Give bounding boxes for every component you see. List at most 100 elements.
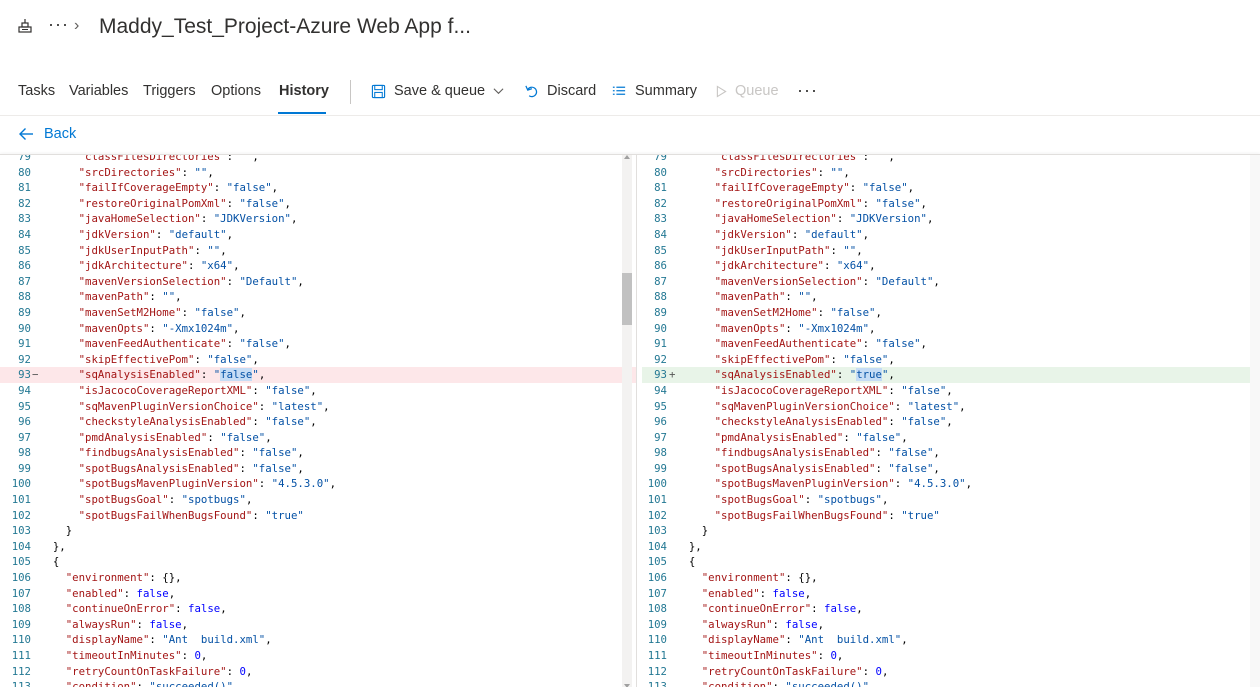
code-text: "spotBugsGoal": "spotbugs", xyxy=(714,493,889,507)
line-number: 88 xyxy=(654,290,667,304)
left-scrollbar[interactable] xyxy=(622,155,632,687)
scroll-up-icon[interactable] xyxy=(624,155,630,159)
line-number: 106 xyxy=(647,571,667,585)
code-text: "restoreOriginalPomXml": "false", xyxy=(714,196,927,210)
code-text: "pmdAnalysisEnabled": "false", xyxy=(714,430,908,444)
diff-line: 94 "isJacocoCoverageReportXML": "false", xyxy=(0,383,636,399)
code-text: "retryCountOnTaskFailure": 0, xyxy=(701,664,889,678)
diff-line: 89 "mavenSetM2Home": "false", xyxy=(642,305,1260,321)
line-number: 113 xyxy=(11,680,31,687)
line-number: 111 xyxy=(11,649,31,662)
diff-line: 112 "retryCountOnTaskFailure": 0, xyxy=(642,664,1260,680)
minus-icon: − xyxy=(32,368,39,382)
diff-line: 79 "classFilesDirectories": "", xyxy=(0,155,636,165)
diff-line: 92 "skipEffectivePom": "false", xyxy=(0,352,636,368)
diff-line: 87 "mavenVersionSelection": "Default", xyxy=(0,274,636,290)
diff-line: 87 "mavenVersionSelection": "Default", xyxy=(642,274,1260,290)
tab-options[interactable]: Options xyxy=(211,83,261,99)
pipeline-icon[interactable] xyxy=(17,18,33,34)
code-text: "javaHomeSelection": "JDKVersion", xyxy=(714,212,934,226)
line-number: 95 xyxy=(18,399,31,413)
line-number: 109 xyxy=(647,617,667,631)
code-text: "continueOnError": false, xyxy=(701,602,863,616)
line-number: 98 xyxy=(654,446,667,460)
save-queue-button[interactable]: Save & queue xyxy=(371,83,504,99)
line-number: 95 xyxy=(654,399,667,413)
code-text: "skipEffectivePom": "false", xyxy=(714,352,895,366)
right-scrollbar[interactable] xyxy=(1250,155,1260,687)
diff-line: 80 "srcDirectories": "", xyxy=(0,165,636,181)
diff-line: 113 "condition": "succeeded()", xyxy=(0,679,636,687)
diff-line-added: 93 + "sqAnalysisEnabled": "true", xyxy=(642,367,1260,383)
diff-line: 103 } xyxy=(0,523,636,539)
line-number: 96 xyxy=(654,415,667,429)
tab-tasks[interactable]: Tasks xyxy=(18,83,55,99)
line-number: 97 xyxy=(18,430,31,444)
code-text: }, xyxy=(40,539,66,553)
discard-button[interactable]: Discard xyxy=(524,83,596,99)
line-number: 83 xyxy=(654,212,667,226)
tab-variables[interactable]: Variables xyxy=(69,83,128,99)
code-text: "spotBugsMavenPluginVersion": "4.5.3.0", xyxy=(78,477,337,491)
chevron-down-icon xyxy=(493,88,504,95)
diff-line: 107 "enabled": false, xyxy=(642,586,1260,602)
code-text: "javaHomeSelection": "JDKVersion", xyxy=(78,212,298,226)
line-number: 110 xyxy=(11,633,31,647)
code-text: "continueOnError": false, xyxy=(65,602,227,616)
code-text: "checkstyleAnalysisEnabled": "false", xyxy=(714,415,953,429)
line-number: 97 xyxy=(654,430,667,444)
left-scrollbar-thumb[interactable] xyxy=(622,273,632,325)
discard-label: Discard xyxy=(547,83,597,99)
line-number: 91 xyxy=(18,337,31,351)
code-text: "mavenVersionSelection": "Default", xyxy=(78,274,304,288)
queue-button[interactable]: Queue xyxy=(716,83,779,99)
code-text: "srcDirectories": "", xyxy=(78,165,214,179)
tab-triggers[interactable]: Triggers xyxy=(143,83,196,99)
code-text: "spotBugsMavenPluginVersion": "4.5.3.0", xyxy=(714,477,973,491)
code-text: "isJacocoCoverageReportXML": "false", xyxy=(78,383,317,397)
code-text: "findbugsAnalysisEnabled": "false", xyxy=(78,446,304,460)
code-text: "timeoutInMinutes": 0, xyxy=(65,649,208,662)
code-text: "alwaysRun": false, xyxy=(65,617,189,631)
more-commands-button[interactable]: ··· xyxy=(797,80,818,101)
code-text: "pmdAnalysisEnabled": "false", xyxy=(78,430,272,444)
diff-line: 90 "mavenOpts": "-Xmx1024m", xyxy=(0,321,636,337)
diff-line: 97 "pmdAnalysisEnabled": "false", xyxy=(0,430,636,446)
line-number: 82 xyxy=(654,196,667,210)
code-text: "enabled": false, xyxy=(65,586,176,600)
line-number: 90 xyxy=(18,321,31,335)
diff-line: 81 "failIfCoverageEmpty": "false", xyxy=(0,180,636,196)
diff-line: 104 }, xyxy=(0,539,636,555)
diff-line: 94 "isJacocoCoverageReportXML": "false", xyxy=(642,383,1260,399)
summary-button[interactable]: Summary xyxy=(611,83,697,99)
code-text: "spotBugsFailWhenBugsFound": "true" xyxy=(714,508,940,522)
code-text: "enabled": false, xyxy=(701,586,812,600)
diff-line: 109 "alwaysRun": false, xyxy=(642,617,1260,633)
line-number: 102 xyxy=(11,508,31,522)
code-text: "mavenPath": "", xyxy=(714,290,818,304)
line-number: 94 xyxy=(18,383,31,397)
line-number: 86 xyxy=(18,259,31,273)
code-text: "jdkArchitecture": "x64", xyxy=(78,259,240,273)
diff-line: 113 "condition": "succeeded()", xyxy=(642,679,1260,687)
line-number: 99 xyxy=(654,461,667,475)
code-text: "jdkVersion": "default", xyxy=(714,227,870,241)
code-text: "condition": "succeeded()", xyxy=(701,680,876,687)
line-number: 98 xyxy=(18,446,31,460)
code-text: } xyxy=(676,524,709,538)
diff-line: 108 "continueOnError": false, xyxy=(642,601,1260,617)
line-number: 80 xyxy=(18,165,31,179)
breadcrumb-more-button[interactable]: ··· xyxy=(48,14,69,35)
back-button[interactable]: Back xyxy=(18,126,76,142)
diff-line: 97 "pmdAnalysisEnabled": "false", xyxy=(642,430,1260,446)
line-number: 109 xyxy=(11,617,31,631)
line-number: 79 xyxy=(654,155,667,163)
line-number: 112 xyxy=(11,664,31,678)
code-text: "failIfCoverageEmpty": "false", xyxy=(714,181,915,195)
tab-history[interactable]: History xyxy=(279,83,329,99)
line-number: 107 xyxy=(11,586,31,600)
save-queue-label: Save & queue xyxy=(394,83,486,99)
line-number: 93 xyxy=(18,368,31,382)
line-number: 108 xyxy=(11,602,31,616)
line-number: 87 xyxy=(654,274,667,288)
